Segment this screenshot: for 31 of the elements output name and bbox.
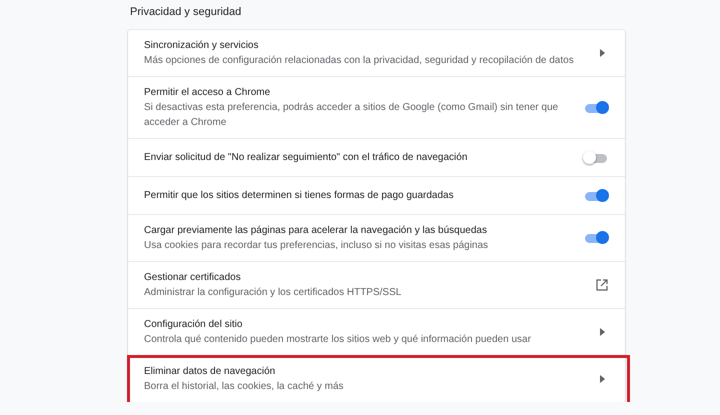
arrow-right-icon[interactable] [600, 375, 605, 383]
setting-title: Gestionar certificados [144, 271, 242, 285]
settings-row[interactable]: Sincronización y servicios Más opciones de configuración relacionadas con la privacidad, seguridad y recopilación de datos [128, 30, 625, 76]
arrow-right-icon[interactable] [600, 328, 605, 336]
settings-row[interactable]: Permitir que los sitios determinen si tienes formas de pago guardadas [128, 177, 625, 214]
setting-title: Sincronización y servicios [144, 39, 260, 53]
setting-description: Administrar la configuración y los certificados HTTPS/SSL [144, 286, 402, 300]
setting-title: Configuración del sitio [144, 318, 244, 332]
settings-row[interactable]: Permitir el acceso a Chrome Si desactivas esta preferencia, podrás acceder a sitios de Google (como Gmail) sin tener que acceder a Chrome [128, 77, 625, 138]
toggle-switch[interactable] [583, 150, 609, 164]
setting-description: Más opciones de configuración relacionadas con la privacidad, seguridad y recopilación de datos [144, 54, 575, 68]
setting-description: Usa cookies para recordar tus preferencias, incluso si no visitas esas páginas [144, 239, 490, 253]
toggle-switch[interactable] [583, 188, 609, 202]
setting-description: Borra el historial, las cookies, la caché y más [144, 380, 345, 394]
toggle-switch[interactable] [583, 231, 609, 245]
setting-description: Controla qué contenido pueden mostrarte los sitios web y qué información pueden usar [144, 333, 532, 347]
setting-title: Permitir que los sitios determinen si tienes formas de pago guardadas [144, 189, 455, 203]
toggle-switch[interactable] [583, 100, 609, 114]
setting-title: Permitir el acceso a Chrome [144, 86, 272, 100]
settings-row[interactable]: Configuración del sitio Controla qué contenido pueden mostrarte los sitios web y qué información pueden usar [128, 309, 625, 355]
settings-row[interactable]: Eliminar datos de navegación Borra el historial, las cookies, la caché y más [128, 356, 625, 402]
setting-title: Cargar previamente las páginas para acelerar la navegación y las búsquedas [144, 224, 488, 238]
section-title: Privacidad y seguridad [130, 5, 242, 19]
setting-title: Enviar solicitud de "No realizar seguimiento" con el tráfico de navegación [144, 151, 468, 165]
settings-row[interactable]: Cargar previamente las páginas para acelerar la navegación y las búsquedas Usa cookies para recordar tus preferencias, incluso si no visitas esas páginas [128, 215, 625, 261]
settings-row[interactable]: Gestionar certificados Administrar la configuración y los certificados HTTPS/SSL [128, 262, 625, 308]
setting-title: Eliminar datos de navegación [144, 365, 276, 379]
settings-row[interactable]: Enviar solicitud de "No realizar seguimiento" con el tráfico de navegación [128, 139, 625, 176]
external-link-icon[interactable] [596, 279, 608, 291]
setting-description: Si desactivas esta preferencia, podrás acceder a sitios de Google (como Gmail) sin tener que acceder a Chrome [144, 101, 560, 130]
arrow-right-icon[interactable] [600, 49, 605, 57]
